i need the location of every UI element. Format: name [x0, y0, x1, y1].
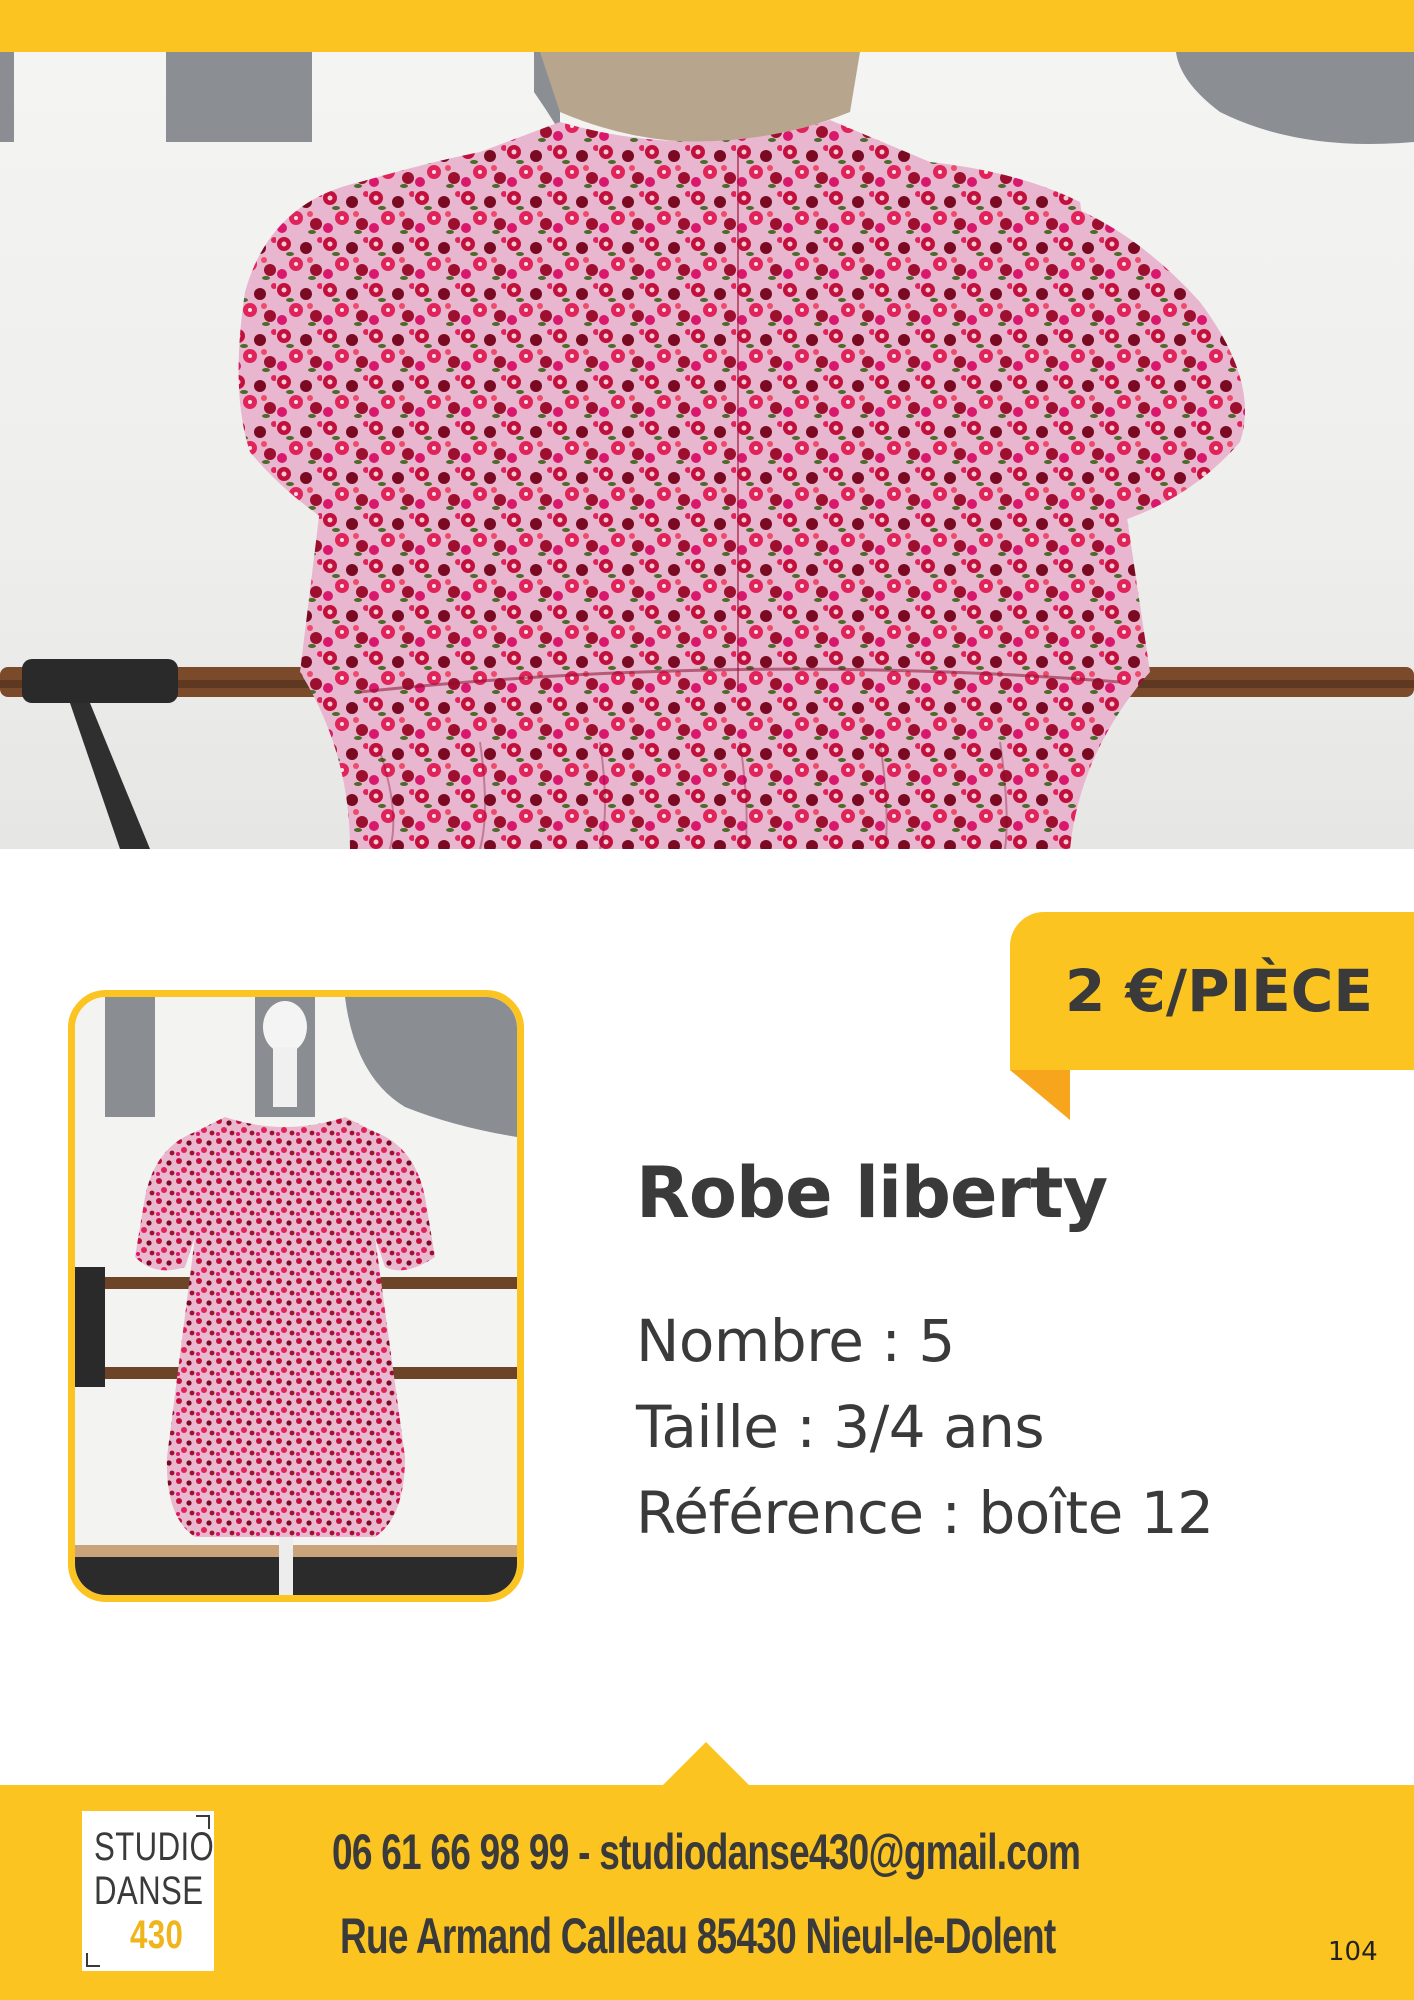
price-tag-fold [1010, 1070, 1070, 1120]
footer: STUDIO DANSE 430 06 61 66 98 99 - studio… [0, 1785, 1414, 2000]
logo-corner-mark [86, 1953, 100, 1967]
top-accent-bar [0, 0, 1414, 52]
contact-address: Rue Armand Calleau 85430 Nieul-le-Dolent [340, 1908, 1056, 1964]
logo-line-number: 430 [130, 1913, 184, 1957]
price-tag: 2 €/PIÈCE [1010, 912, 1414, 1070]
footer-notch [662, 1742, 750, 1786]
thumbnail-photo [68, 990, 524, 1602]
hero-photo-illustration [0, 52, 1414, 849]
detail-quantity: Nombre : 5 [636, 1307, 955, 1375]
logo-line-danse: DANSE [94, 1869, 204, 1913]
thumbnail-photo-illustration [75, 997, 517, 1595]
contact-phone-email: 06 61 66 98 99 - studiodanse430@gmail.co… [332, 1824, 1081, 1880]
detail-reference: Référence : boîte 12 [636, 1479, 1214, 1547]
studio-logo: STUDIO DANSE 430 [82, 1811, 214, 1971]
logo-line-studio: STUDIO [94, 1825, 215, 1869]
product-title: Robe liberty [636, 1152, 1108, 1234]
product-details: Nombre : 5 Taille : 3/4 ans Référence : … [636, 1298, 1214, 1556]
price-label: 2 €/PIÈCE [1065, 957, 1373, 1025]
detail-size: Taille : 3/4 ans [636, 1393, 1045, 1461]
hero-photo [0, 52, 1414, 849]
page-number: 104 [1328, 1937, 1378, 1967]
